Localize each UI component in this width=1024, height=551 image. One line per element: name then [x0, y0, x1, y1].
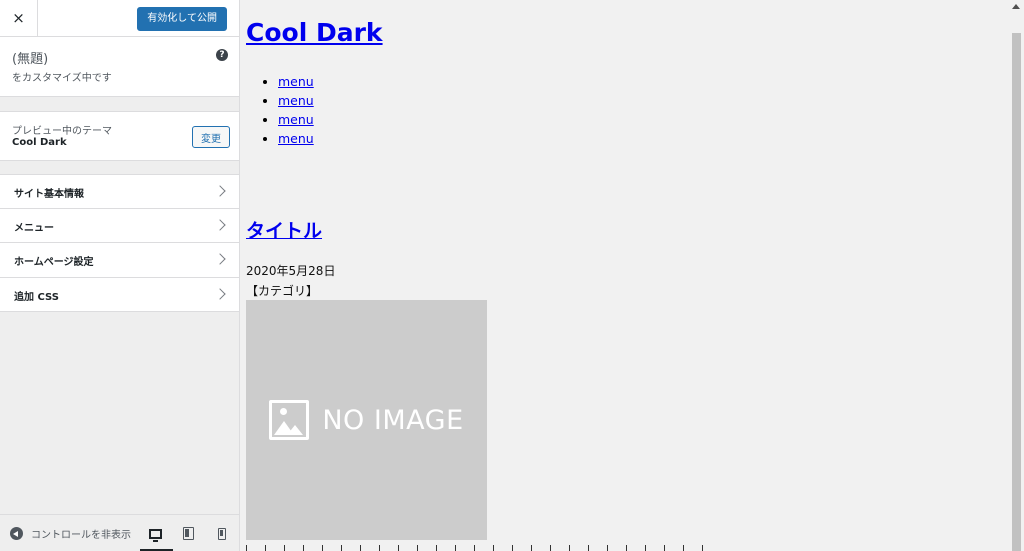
collapse-arrow-icon: [10, 527, 23, 540]
preview-site-title: Cool Dark: [246, 18, 383, 47]
hide-controls-label: コントロールを非表示: [31, 530, 131, 541]
close-icon: ×: [12, 9, 25, 27]
close-button[interactable]: ×: [0, 0, 38, 36]
help-icon[interactable]: ?: [216, 49, 228, 61]
post-title-link[interactable]: タイトル: [246, 220, 322, 242]
theme-name: Cool Dark: [12, 137, 67, 148]
menu-link[interactable]: menu: [278, 131, 314, 146]
customizing-label: をカスタマイズ中です: [12, 73, 112, 84]
menu-link[interactable]: menu: [278, 74, 314, 89]
customizer-footer: コントロールを非表示: [0, 514, 239, 551]
menu-item: menu: [278, 129, 314, 148]
post-category: 【カテゴリ】: [246, 284, 319, 298]
no-image-placeholder: NO IMAGE: [246, 300, 487, 540]
post-date: 2020年5月28日: [246, 264, 336, 278]
panel-homepage-settings[interactable]: ホームページ設定: [0, 243, 239, 278]
customizer-info: (無題) をカスタマイズ中です ?: [0, 37, 239, 97]
chevron-right-icon: [214, 287, 226, 300]
chevron-right-icon: [214, 185, 226, 197]
site-title-link[interactable]: Cool Dark: [246, 18, 383, 47]
menu-item: menu: [278, 91, 314, 110]
customizer-sidebar: × 有効化して公開 (無題) をカスタマイズ中です ? プレビュー中のテーマ C…: [0, 0, 240, 551]
menu-link[interactable]: menu: [278, 112, 314, 127]
image-icon: [269, 400, 310, 440]
nav-menu: menu menu menu menu: [278, 72, 314, 148]
site-title: (無題): [12, 52, 49, 67]
menu-item: menu: [278, 72, 314, 91]
clipped-content-edge: [246, 545, 706, 551]
menu-item: menu: [278, 110, 314, 129]
panel-list: サイト基本情報 メニュー ホームページ設定 追加 CSS: [0, 174, 239, 312]
preview-tablet-button[interactable]: [173, 515, 203, 551]
panel-label: サイト基本情報: [14, 189, 84, 200]
preview-mobile-button[interactable]: [207, 515, 237, 551]
panel-site-identity[interactable]: サイト基本情報: [0, 174, 239, 209]
post-title: タイトル: [246, 216, 322, 243]
panel-additional-css[interactable]: 追加 CSS: [0, 277, 239, 312]
tablet-icon: [182, 527, 194, 540]
mobile-icon: [218, 527, 226, 540]
change-theme-button[interactable]: 変更: [192, 126, 230, 148]
site-preview: Cool Dark menu menu menu menu タイトル 2020年…: [240, 0, 1024, 551]
panel-label: ホームページ設定: [14, 257, 94, 268]
previewing-theme-label: プレビュー中のテーマ: [12, 126, 112, 137]
preview-desktop-button[interactable]: [140, 515, 173, 551]
menu-link[interactable]: menu: [278, 93, 314, 108]
image-sun-dot: [280, 408, 288, 415]
desktop-icon: [148, 528, 162, 542]
scrollbar-thumb[interactable]: [1012, 33, 1021, 551]
panel-label: メニュー: [14, 222, 54, 234]
scroll-up-arrow-icon[interactable]: [1012, 4, 1020, 9]
no-image-text: NO IMAGE: [322, 404, 464, 436]
activate-publish-button[interactable]: 有効化して公開: [137, 7, 227, 31]
hide-controls-button[interactable]: コントロールを非表示: [10, 526, 135, 541]
customizer-header: × 有効化して公開: [0, 0, 239, 37]
preview-scrollbar[interactable]: [1008, 0, 1024, 551]
chevron-right-icon: [214, 253, 226, 265]
theme-section: プレビュー中のテーマ Cool Dark 変更: [0, 111, 239, 161]
panel-label: 追加 CSS: [14, 291, 59, 303]
panel-menus[interactable]: メニュー: [0, 208, 239, 243]
chevron-right-icon: [214, 218, 226, 231]
